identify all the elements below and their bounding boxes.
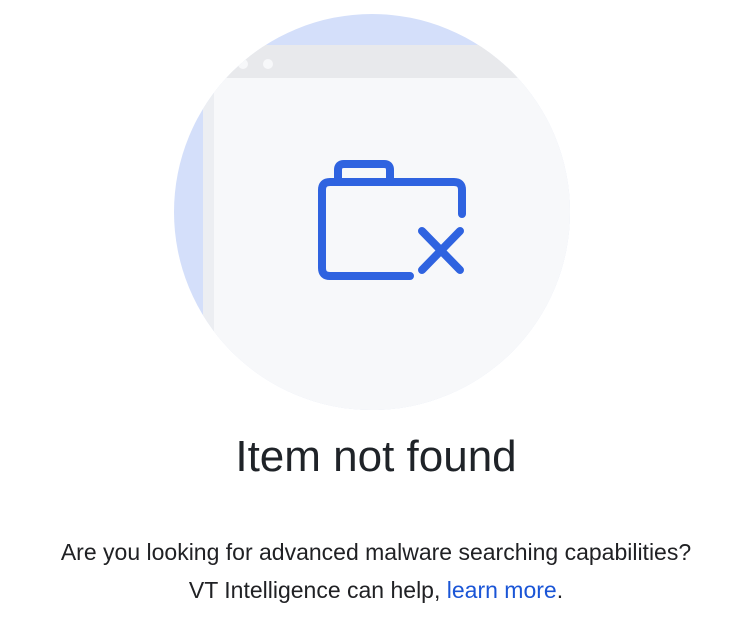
- browser-window-graphic: [203, 45, 570, 410]
- window-dot-icon: [263, 59, 273, 69]
- learn-more-link[interactable]: learn more: [447, 577, 557, 603]
- message-line-1: Are you looking for advanced malware sea…: [60, 539, 692, 565]
- page-title: Item not found: [235, 432, 517, 481]
- not-found-illustration: [174, 14, 570, 410]
- message-line-2: VT Intelligence can help, learn more.: [0, 571, 752, 609]
- message-line-2-prefix: VT Intelligence can help,: [188, 577, 447, 603]
- upsell-message: Are you looking for advanced malware sea…: [0, 533, 752, 609]
- window-dot-icon: [238, 59, 248, 69]
- message-line-2-suffix: .: [556, 577, 564, 603]
